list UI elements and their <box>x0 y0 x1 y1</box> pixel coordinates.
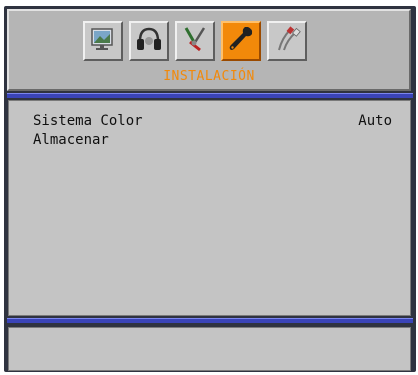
menu-tabs <box>83 21 307 61</box>
menu-content: Sistema Color Auto Almacenar <box>8 100 411 316</box>
tools-icon <box>180 24 210 58</box>
separator-top <box>7 93 413 98</box>
headphones-icon <box>134 24 164 58</box>
menu-item-label: Almacenar <box>33 132 109 148</box>
tab-source[interactable] <box>267 21 307 61</box>
menu-item-sistema-color[interactable]: Sistema Color Auto <box>33 113 392 131</box>
picture-icon <box>88 24 118 58</box>
separator-bottom <box>7 318 413 323</box>
menu-item-almacenar[interactable]: Almacenar <box>33 132 392 150</box>
tab-picture[interactable] <box>83 21 123 61</box>
menu-footer <box>8 327 411 371</box>
menu-item-value: Auto <box>358 113 392 129</box>
menu-item-label: Sistema Color <box>33 113 143 129</box>
wrench-icon <box>226 24 256 58</box>
menu-header: INSTALACIÓN <box>7 9 411 91</box>
tab-features[interactable] <box>175 21 215 61</box>
osd-menu: INSTALACIÓN Sistema Color Auto Almacenar <box>4 6 416 372</box>
tab-sound[interactable] <box>129 21 169 61</box>
connectors-icon <box>272 24 302 58</box>
menu-title: INSTALACIÓN <box>163 69 255 84</box>
tab-installation[interactable] <box>221 21 261 61</box>
